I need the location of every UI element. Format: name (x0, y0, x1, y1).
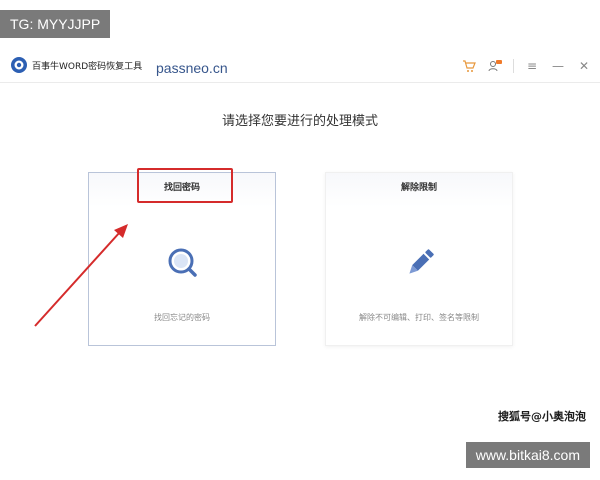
divider (513, 59, 514, 73)
app-title: 百事牛WORD密码恢复工具 (32, 62, 143, 72)
title-bar: 百事牛WORD密码恢复工具 passneo.cn ≡ — ✕ (0, 50, 600, 83)
card-description: 解除不可编辑、打印、签名等限制 (359, 313, 479, 322)
app-logo-icon (11, 57, 27, 73)
minimize-icon[interactable]: — (550, 58, 566, 74)
cart-icon[interactable] (461, 58, 477, 74)
sohu-watermark: 搜狐号@小奥泡泡 (498, 410, 586, 423)
page-heading: 请选择您要进行的处理模式 (221, 114, 378, 129)
find-password-card[interactable]: 找回密码 找回忘记的密码 (88, 172, 276, 346)
user-vip-icon[interactable] (487, 58, 503, 74)
site-watermark: www.bitkai8.com (465, 442, 590, 468)
menu-icon[interactable]: ≡ (524, 58, 540, 74)
card-title: 解除限制 (326, 173, 512, 207)
card-description: 找回忘记的密码 (154, 313, 210, 322)
tg-watermark: TG: MYYJJPP (0, 10, 111, 38)
search-icon (168, 248, 197, 277)
remove-restrictions-card[interactable]: 解除限制 解除不可编辑、打印、签名等限制 (325, 172, 513, 346)
pencil-icon (409, 249, 434, 274)
window-controls: ≡ — ✕ (461, 58, 592, 74)
close-icon[interactable]: ✕ (576, 58, 592, 74)
card-title: 找回密码 (89, 173, 275, 207)
domain-watermark: passneo.cn (156, 60, 228, 76)
